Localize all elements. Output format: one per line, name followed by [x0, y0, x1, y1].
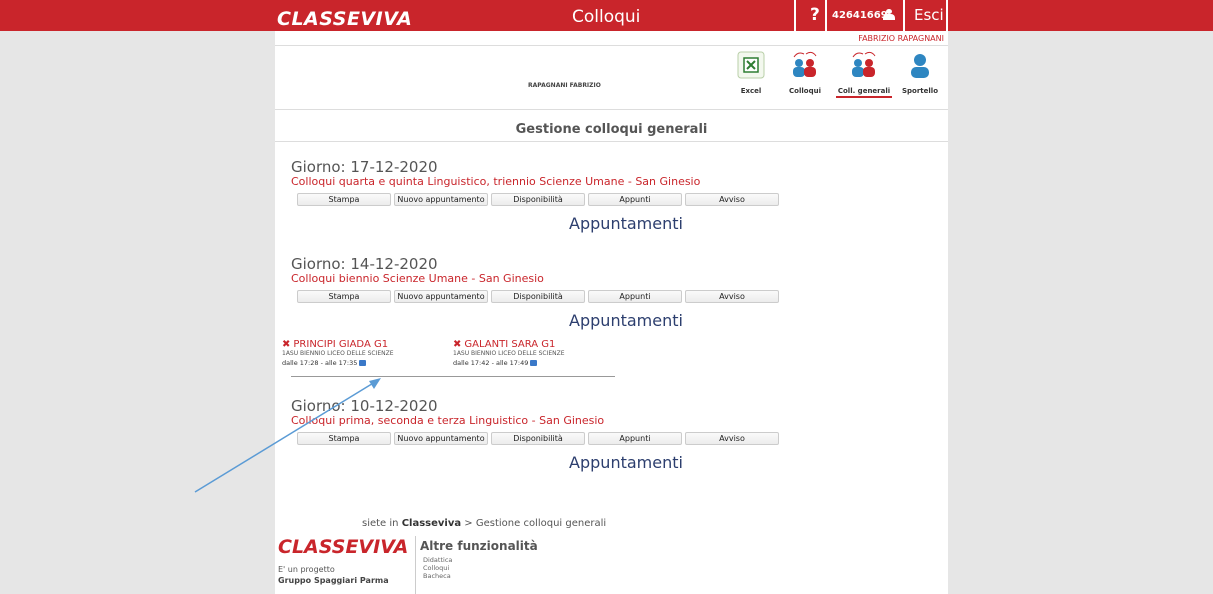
delete-icon[interactable]: ✖ — [453, 339, 461, 350]
footer-link-bacheca[interactable]: Bacheca — [423, 572, 452, 580]
footer-logo: CLASSEVIVA — [278, 536, 409, 558]
day-section: Giorno: 14-12-2020 Colloqui biennio Scie… — [291, 256, 851, 330]
project-company: Gruppo Spaggiari Parma — [278, 576, 389, 585]
disponibilita-button[interactable]: Disponibilità — [491, 193, 585, 206]
appunti-button[interactable]: Appunti — [588, 290, 682, 303]
separator — [946, 0, 948, 31]
breadcrumb-current: > Gestione colloqui generali — [461, 518, 607, 529]
person-icon — [911, 54, 929, 78]
group-parents-icon — [852, 51, 876, 77]
breadcrumb-prefix: siete in — [362, 518, 402, 529]
excel-icon — [737, 51, 765, 79]
separator — [794, 0, 796, 31]
stampa-button[interactable]: Stampa — [297, 432, 391, 445]
top-bar: CLASSEVIVA Colloqui ? 42641669 Esci — [0, 0, 1213, 31]
tool-colloqui[interactable]: Colloqui — [777, 49, 833, 95]
logout-button[interactable]: Esci — [914, 6, 944, 24]
appointment-class: 1ASU BIENNIO LICEO DELLE SCIENZE — [282, 350, 394, 357]
appointment-name: GALANTI SARA G1 — [464, 339, 556, 350]
day-subtitle: Colloqui biennio Scienze Umane - San Gin… — [291, 272, 544, 285]
action-buttons: Stampa Nuovo appuntamento Disponibilità … — [297, 193, 851, 206]
day-section: Giorno: 10-12-2020 Colloqui prima, secon… — [291, 398, 851, 472]
app-title: Colloqui — [572, 7, 641, 27]
appunti-button[interactable]: Appunti — [588, 193, 682, 206]
tool-coll-generali[interactable]: Coll. generali — [836, 49, 892, 98]
separator — [825, 0, 827, 31]
separator — [903, 0, 905, 31]
appointment-item[interactable]: ✖ PRINCIPI GIADA G1 1ASU BIENNIO LICEO DE… — [282, 339, 442, 368]
help-button[interactable]: ? — [810, 5, 820, 25]
tool-sportello[interactable]: Sportello — [892, 49, 948, 95]
day-section: Giorno: 17-12-2020 Colloqui quarta e qui… — [291, 159, 851, 233]
divider — [291, 376, 615, 377]
appointment-time: dalle 17:42 - alle 17:49 — [453, 359, 529, 367]
project-line: E' un progetto — [278, 565, 335, 574]
tool-label: Excel — [740, 87, 762, 95]
day-heading: Giorno: 17-12-2020 — [291, 158, 438, 176]
more-features-title: Altre funzionalità — [420, 539, 538, 553]
appunti-button[interactable]: Appunti — [588, 432, 682, 445]
divider — [415, 536, 416, 594]
main-content: FABRIZIO RAPAGNANI RAPAGNANI FABRIZIO Ex… — [275, 31, 948, 594]
appointments-heading: Appuntamenti — [569, 214, 683, 233]
appointment-item[interactable]: ✖ GALANTI SARA G1 1ASU BIENNIO LICEO DELL… — [453, 339, 613, 368]
day-heading: Giorno: 10-12-2020 — [291, 397, 438, 415]
breadcrumb-site[interactable]: Classeviva — [402, 518, 461, 529]
tool-label: Sportello — [901, 87, 938, 95]
avviso-button[interactable]: Avviso — [685, 432, 779, 445]
appointments-heading: Appuntamenti — [569, 453, 683, 472]
tool-label: Coll. generali — [836, 87, 892, 98]
user-icon[interactable] — [882, 9, 896, 21]
day-subtitle: Colloqui quarta e quinta Linguistico, tr… — [291, 175, 701, 188]
user-fullname: FABRIZIO RAPAGNANI — [858, 34, 944, 43]
appointment-time: dalle 17:28 - alle 17:35 — [282, 359, 358, 367]
action-buttons: Stampa Nuovo appuntamento Disponibilità … — [297, 290, 851, 303]
delete-icon[interactable]: ✖ — [282, 339, 290, 350]
divider — [275, 141, 948, 142]
breadcrumb: siete in Classeviva > Gestione colloqui … — [362, 518, 606, 529]
avviso-button[interactable]: Avviso — [685, 290, 779, 303]
day-subtitle: Colloqui prima, seconda e terza Linguist… — [291, 414, 605, 427]
footer-links: Didattica Colloqui Bacheca — [423, 556, 452, 580]
disponibilita-button[interactable]: Disponibilità — [491, 432, 585, 445]
footer-link-colloqui[interactable]: Colloqui — [423, 564, 452, 572]
calendar-icon[interactable] — [530, 360, 538, 366]
day-heading: Giorno: 14-12-2020 — [291, 255, 438, 273]
brand-logo[interactable]: CLASSEVIVA — [277, 8, 412, 30]
footer-project: E' un progetto Gruppo Spaggiari Parma — [278, 564, 389, 586]
user-code[interactable]: 42641669 — [832, 10, 888, 21]
divider — [275, 109, 948, 110]
stampa-button[interactable]: Stampa — [297, 290, 391, 303]
divider — [275, 45, 948, 46]
appointment-class: 1ASU BIENNIO LICEO DELLE SCIENZE — [453, 350, 565, 357]
disponibilita-button[interactable]: Disponibilità — [491, 290, 585, 303]
nuovo-appuntamento-button[interactable]: Nuovo appuntamento — [394, 290, 488, 303]
tool-excel[interactable]: Excel — [723, 49, 779, 95]
parents-icon — [793, 51, 817, 77]
calendar-icon[interactable] — [359, 360, 367, 366]
nuovo-appuntamento-button[interactable]: Nuovo appuntamento — [394, 432, 488, 445]
page-title: Gestione colloqui generali — [515, 122, 708, 137]
avviso-button[interactable]: Avviso — [685, 193, 779, 206]
stampa-button[interactable]: Stampa — [297, 193, 391, 206]
action-buttons: Stampa Nuovo appuntamento Disponibilità … — [297, 432, 851, 445]
tool-label: Colloqui — [789, 87, 821, 95]
appointments-heading: Appuntamenti — [569, 311, 683, 330]
student-name: RAPAGNANI FABRIZIO — [528, 82, 601, 89]
appointment-name: PRINCIPI GIADA G1 — [293, 339, 389, 350]
nuovo-appuntamento-button[interactable]: Nuovo appuntamento — [394, 193, 488, 206]
footer-link-didattica[interactable]: Didattica — [423, 556, 452, 564]
